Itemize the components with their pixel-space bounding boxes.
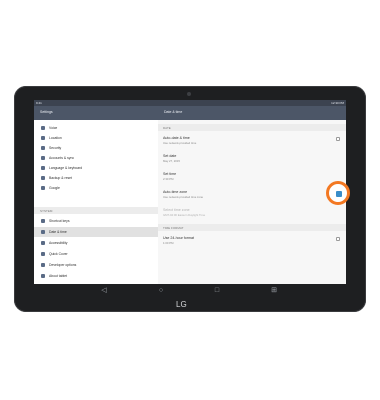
screen: 9:41 12:30 PM Settings Date & time Voice…: [34, 100, 346, 284]
row-subtitle: 1:00 PM: [163, 241, 174, 245]
section-header-system: SYSTEM: [34, 207, 158, 214]
row-title: Auto-date & time: [163, 136, 190, 140]
set-time-row[interactable]: Set time 2:30 PM: [158, 169, 346, 185]
sidebar-item-label: Backup & reset: [49, 176, 72, 180]
settings-app-bar: Settings: [34, 106, 158, 120]
auto-date-time-checkbox[interactable]: [336, 137, 340, 141]
sidebar-item-label: Quick Cover: [49, 252, 68, 256]
sidebar-item-label: About tablet: [49, 274, 68, 278]
sidebar-item-label: Accessibility: [49, 241, 68, 245]
lock-icon: [41, 146, 45, 150]
home-icon[interactable]: ○: [155, 286, 167, 296]
sidebar-item-quick-cover[interactable]: Quick Cover: [34, 249, 158, 259]
sidebar-item-accessibility[interactable]: Accessibility: [34, 238, 158, 248]
account-icon: [41, 156, 45, 160]
cover-icon: [41, 252, 45, 256]
settings-sidebar: Voice Location Security Accounts & sync …: [34, 120, 158, 284]
section-label: TIME FORMAT: [163, 226, 184, 230]
sidebar-item-label: Location: [49, 136, 62, 140]
sidebar-item-voice[interactable]: Voice: [34, 123, 158, 133]
row-title: Set date: [163, 154, 177, 158]
row-title: Select time zone: [163, 208, 190, 212]
sidebar-item-backup[interactable]: Backup & reset: [34, 173, 158, 183]
recents-icon[interactable]: □: [211, 286, 223, 296]
sidebar-item-label: Shortcut keys: [49, 219, 70, 223]
auto-date-time-row[interactable]: Auto-date & time Use network-provided ti…: [158, 133, 346, 149]
row-title: Use 24-hour format: [163, 236, 194, 240]
row-title: Set time: [163, 172, 177, 176]
row-subtitle: Use network-provided time: [163, 141, 197, 145]
more-icon[interactable]: ⊞: [268, 286, 280, 296]
row-subtitle: 2:30 PM: [163, 177, 174, 181]
row-title: Auto-time zone: [163, 190, 188, 194]
sidebar-item-label: Google: [49, 186, 60, 190]
sidebar-item-label: Language & keyboard: [49, 166, 83, 170]
section-label: DATE: [163, 126, 171, 130]
sidebar-item-label: Voice: [49, 126, 58, 130]
sidebar-item-label: Accounts & sync: [49, 156, 75, 160]
detail-app-bar: Date & time: [158, 106, 346, 120]
sidebar-item-language[interactable]: Language & keyboard: [34, 163, 158, 173]
google-icon: [41, 186, 45, 190]
developer-icon: [41, 263, 45, 267]
nav-bar: ◁ ○ □ ⊞: [34, 284, 346, 298]
accessibility-icon: [41, 241, 45, 245]
auto-time-zone-row[interactable]: Auto-time zone Use network-provided time…: [158, 187, 346, 203]
location-icon: [41, 136, 45, 140]
brand-logo: LG: [176, 300, 187, 309]
sidebar-item-label: Date & time: [49, 230, 67, 234]
date-time-detail: DATE Auto-date & time Use network-provid…: [158, 120, 346, 284]
sidebar-item-accounts[interactable]: Accounts & sync: [34, 153, 158, 163]
checkbox-checked-icon: [336, 191, 342, 197]
set-date-row[interactable]: Set date May 27, 2015: [158, 151, 346, 167]
use-24-hour-checkbox[interactable]: [336, 237, 340, 241]
detail-title: Date & time: [164, 110, 183, 114]
select-time-zone-row[interactable]: Select time zone GMT-04:00 Eastern Dayli…: [158, 205, 346, 221]
section-header-date: DATE: [158, 124, 346, 131]
mic-icon: [41, 126, 45, 130]
sidebar-item-date-time[interactable]: Date & time: [34, 227, 158, 237]
sidebar-item-developer[interactable]: Developer options: [34, 260, 158, 270]
row-subtitle: Use network-provided time zone: [163, 195, 204, 199]
row-subtitle: GMT-04:00 Eastern Daylight Time: [163, 213, 206, 217]
app-title: Settings: [40, 110, 53, 114]
keyboard-icon: [41, 166, 45, 170]
section-label: SYSTEM: [40, 209, 53, 213]
use-24-hour-row[interactable]: Use 24-hour format 1:00 PM: [158, 233, 346, 249]
sidebar-item-label: Developer options: [49, 263, 77, 267]
sidebar-item-google[interactable]: Google: [34, 183, 158, 193]
sidebar-item-label: Security: [49, 146, 62, 150]
info-icon: [41, 274, 45, 278]
sidebar-item-security[interactable]: Security: [34, 143, 158, 153]
section-header-time-format: TIME FORMAT: [158, 224, 346, 231]
sidebar-item-about[interactable]: About tablet: [34, 271, 158, 281]
row-subtitle: May 27, 2015: [163, 159, 180, 163]
back-icon[interactable]: ◁: [98, 286, 110, 296]
clock-icon: [41, 230, 45, 234]
sidebar-item-location[interactable]: Location: [34, 133, 158, 143]
backup-icon: [41, 176, 45, 180]
front-camera: [187, 92, 191, 96]
shortcut-icon: [41, 219, 45, 223]
auto-time-zone-checkbox-highlight[interactable]: [326, 181, 350, 205]
sidebar-item-shortcut-keys[interactable]: Shortcut keys: [34, 216, 158, 226]
